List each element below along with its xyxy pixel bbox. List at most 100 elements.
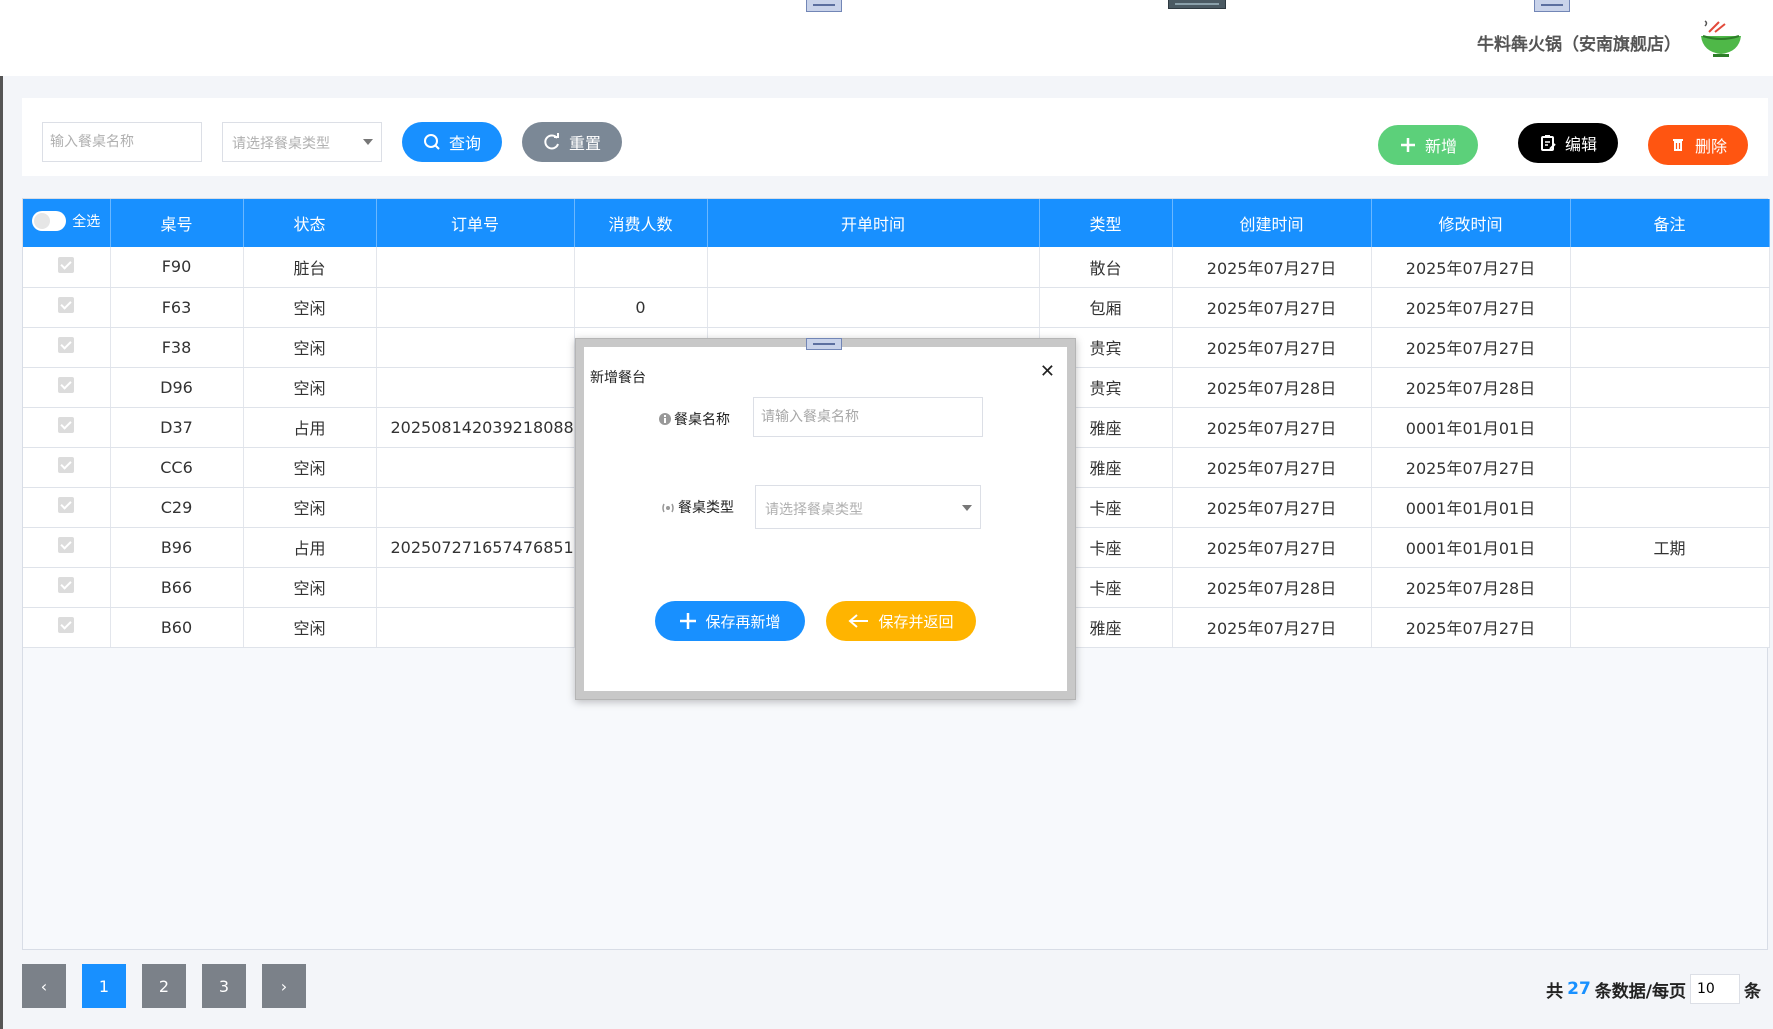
page-size-unit: 条 [1744, 981, 1761, 1002]
cell-status: 空闲 [243, 327, 377, 368]
page-button-1[interactable]: 1 [82, 964, 126, 1008]
reset-button-label: 重置 [568, 134, 601, 153]
checkbox-check-icon[interactable] [58, 457, 75, 473]
hotpot-bowl-logo-icon [1701, 20, 1741, 57]
cell-order-no: 202507271657476851 [376, 527, 575, 568]
cell-order-no [376, 367, 575, 408]
checkbox-check-icon[interactable] [58, 256, 75, 273]
row-checkbox-cell[interactable] [23, 367, 111, 408]
checkbox-check-icon[interactable] [58, 577, 75, 593]
select-all-header[interactable]: 全选 [23, 199, 111, 247]
prev-page-button[interactable]: ‹ [22, 964, 66, 1008]
edit-button[interactable]: 编辑 [1518, 123, 1618, 163]
save-and-new-button[interactable]: 保存再新增 [655, 601, 805, 641]
next-page-button[interactable]: › [262, 964, 306, 1008]
row-checkbox-cell[interactable] [23, 607, 111, 648]
table-type-select-placeholder: 请选择餐桌类型 [232, 136, 330, 152]
column-header: 状态 [243, 199, 377, 247]
select-all-toggle[interactable]: 全选 [32, 211, 100, 231]
table-name-input[interactable] [753, 397, 983, 437]
cell-modified: 0001年01月01日 [1371, 487, 1571, 528]
row-checkbox-cell[interactable] [23, 247, 111, 288]
cell-order-no [376, 487, 575, 528]
row-checkbox-cell[interactable] [23, 287, 111, 328]
page-button-3[interactable]: 3 [202, 964, 246, 1008]
cell-note: 工期 [1570, 527, 1770, 568]
cell-order-no [376, 567, 575, 608]
row-checkbox-cell[interactable] [23, 527, 111, 568]
cell-modified: 2025年07月27日 [1371, 607, 1571, 648]
row-checkbox-cell[interactable] [23, 447, 111, 488]
row-checkbox-cell[interactable] [23, 487, 111, 528]
add-button[interactable]: 新增 [1378, 125, 1478, 165]
row-checkbox-cell[interactable] [23, 407, 111, 448]
cell-table-no: D37 [110, 407, 244, 448]
row-checkbox-cell[interactable] [23, 327, 111, 368]
toolbar: 请选择餐桌类型 查询 重置 新增 编辑 删除 [22, 98, 1768, 176]
table-row[interactable]: F63 空闲 0 包厢 2025年07月27日 2025年07月27日 [23, 287, 1770, 328]
table-type-dialog-placeholder: 请选择餐桌类型 [765, 502, 863, 518]
delete-button[interactable]: 删除 [1648, 125, 1748, 165]
return-arrow-icon [848, 614, 869, 628]
query-button[interactable]: 查询 [402, 122, 502, 162]
cell-order-no [376, 447, 575, 488]
cell-table-no: B60 [110, 607, 244, 648]
plus-icon [680, 613, 697, 629]
table-type-select[interactable]: 请选择餐桌类型 [222, 122, 382, 162]
cell-modified: 2025年07月27日 [1371, 327, 1571, 368]
page-size-input[interactable] [1690, 974, 1740, 1004]
pagination-info: 共 27 条数据/每页 条 [1546, 974, 1761, 1004]
cell-note [1570, 607, 1770, 648]
cell-created: 2025年07月27日 [1172, 607, 1372, 648]
drag-handle[interactable] [806, 0, 842, 12]
total-count: 27 [1567, 979, 1591, 999]
query-button-label: 查询 [448, 134, 481, 153]
checkbox-check-icon[interactable] [58, 337, 75, 353]
table-name-label: 餐桌名称 [658, 409, 730, 429]
column-header: 订单号 [376, 199, 575, 247]
page-button-2[interactable]: 2 [142, 964, 186, 1008]
reset-button[interactable]: 重置 [522, 122, 622, 162]
add-table-dialog-body: 新增餐台 ✕ 餐桌名称 餐桌类型 请选择餐桌类型 保存再新增 保存并返回 [584, 347, 1067, 691]
caret-down-icon [363, 139, 373, 145]
save-and-return-button[interactable]: 保存并返回 [826, 601, 976, 641]
close-icon[interactable]: ✕ [1040, 361, 1055, 382]
column-header: 类型 [1039, 199, 1173, 247]
row-checkbox-cell[interactable] [23, 567, 111, 608]
table-type-dialog-select[interactable]: 请选择餐桌类型 [755, 485, 981, 529]
add-table-dialog: 新增餐台 ✕ 餐桌名称 餐桌类型 请选择餐桌类型 保存再新增 保存并返回 [575, 338, 1076, 700]
checkbox-check-icon[interactable] [58, 417, 75, 433]
window-edge [0, 0, 3, 1029]
drag-handle-dark[interactable] [1168, 0, 1226, 9]
dialog-drag-handle[interactable] [806, 338, 842, 350]
save-and-new-label: 保存再新增 [705, 612, 781, 631]
dialog-title: 新增餐台 [590, 370, 646, 386]
cell-note [1570, 567, 1770, 608]
checkbox-check-icon[interactable] [58, 617, 75, 633]
checkbox-check-icon[interactable] [58, 497, 75, 513]
cell-modified: 2025年07月27日 [1371, 447, 1571, 488]
chevron-right-icon: › [280, 976, 288, 996]
clipboard-edit-icon [1540, 135, 1556, 151]
search-icon [423, 134, 440, 150]
cell-guests: 0 [574, 287, 708, 328]
trash-icon [1672, 139, 1683, 151]
top-header: 牛料犇火锅（安南旗舰店） [0, 0, 1773, 76]
checkbox-check-icon[interactable] [58, 377, 75, 393]
checkbox-check-icon[interactable] [58, 537, 75, 553]
table-row[interactable]: F90 脏台 散台 2025年07月27日 2025年07月27日 [23, 247, 1770, 288]
save-and-return-label: 保存并返回 [878, 612, 954, 631]
cell-modified: 2025年07月27日 [1371, 287, 1571, 328]
cell-status: 空闲 [243, 487, 377, 528]
refresh-icon [544, 133, 559, 150]
caret-down-icon [962, 505, 972, 511]
checkbox-check-icon[interactable] [58, 297, 75, 313]
cell-created: 2025年07月27日 [1172, 327, 1372, 368]
column-header: 桌号 [110, 199, 244, 247]
drag-handle[interactable] [1534, 0, 1570, 12]
cell-table-no: C29 [110, 487, 244, 528]
cell-status: 脏台 [243, 247, 377, 288]
cell-created: 2025年07月28日 [1172, 367, 1372, 408]
table-name-search-input[interactable] [42, 122, 202, 162]
cell-open-time [707, 287, 1040, 328]
